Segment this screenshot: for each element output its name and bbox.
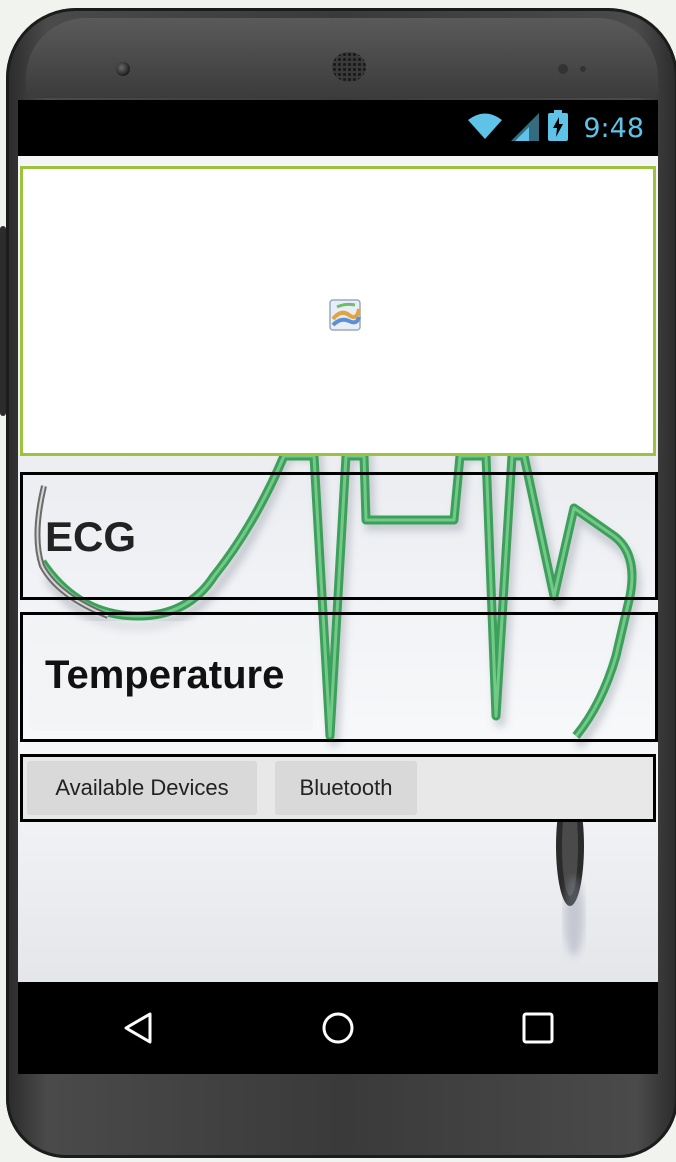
button-row: Available Devices Bluetooth [20, 754, 656, 822]
light-sensor [580, 66, 586, 72]
temperature-row: Temperature [20, 612, 658, 742]
bluetooth-button[interactable]: Bluetooth [275, 761, 417, 815]
app-content: ECG Temperature Available Devices Blueto… [18, 156, 658, 982]
status-time: 9:48 [583, 112, 644, 144]
status-icons: 9:48 [467, 109, 644, 147]
broken-image-icon [329, 299, 361, 331]
earpiece-speaker [332, 52, 366, 82]
ecg-label: ECG [45, 513, 137, 560]
proximity-sensor [558, 64, 568, 74]
wifi-icon [467, 111, 503, 146]
temperature-label: Temperature [45, 653, 285, 697]
status-bar: 9:48 [18, 100, 658, 156]
web-viewer[interactable] [20, 166, 656, 456]
cell-signal-icon [511, 111, 540, 146]
screen: 9:48 ECG Temperature Available Devices B… [18, 100, 658, 1074]
ecg-row: ECG [20, 472, 658, 600]
home-icon[interactable] [318, 1008, 358, 1048]
available-devices-button[interactable]: Available Devices [27, 761, 257, 815]
front-camera [116, 62, 130, 76]
back-icon[interactable] [118, 1008, 158, 1048]
recents-icon[interactable] [518, 1008, 558, 1048]
battery-charging-icon [547, 109, 569, 147]
volume-key [0, 226, 6, 416]
navigation-bar [18, 982, 658, 1074]
